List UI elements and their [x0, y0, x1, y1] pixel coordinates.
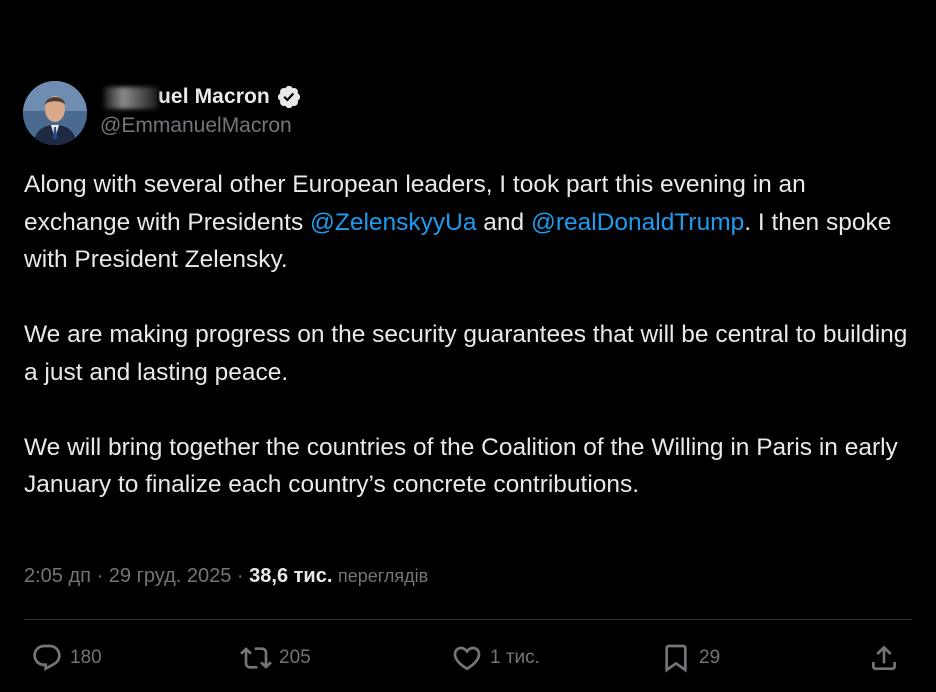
avatar[interactable] — [23, 81, 87, 145]
author-handle[interactable]: @EmmanuelMacron — [100, 114, 292, 138]
tweet-time[interactable]: 2:05 дп — [24, 565, 91, 587]
bookmark-button[interactable]: 29 — [660, 638, 720, 678]
retweet-icon — [240, 647, 272, 669]
share-icon — [872, 645, 896, 670]
redaction-blur — [104, 87, 158, 109]
tweet: uel Macron @EmmanuelMacron Along with se… — [0, 0, 936, 692]
share-button[interactable] — [868, 638, 900, 678]
divider — [24, 619, 912, 620]
tweet-paragraph-3: We will bring together the countries of … — [24, 433, 898, 499]
tweet-meta: 2:05 дп · 29 груд. 2025 · 38,6 тис. пере… — [24, 565, 428, 588]
heart-icon — [453, 646, 481, 671]
verified-badge-icon — [277, 85, 300, 109]
bookmark-count: 29 — [699, 647, 721, 668]
avatar-image — [23, 81, 87, 145]
tweet-paragraph-1: Along with several other European leader… — [24, 166, 916, 279]
text-segment: and — [476, 208, 531, 236]
author-name-text: uel Macron — [158, 85, 270, 108]
reply-icon — [33, 644, 61, 671]
separator: · — [231, 565, 250, 587]
tweet-paragraph-2: We are making progress on the security g… — [24, 321, 908, 386]
reply-button[interactable]: 180 — [31, 638, 102, 678]
views-label: переглядів — [337, 566, 429, 586]
author-display-name[interactable]: uel Macron — [100, 85, 270, 109]
action-bar: 180 205 1 тис. 29 — [0, 638, 936, 678]
tweet-text: Along with several other European leader… — [24, 166, 916, 504]
separator: · — [90, 565, 109, 587]
tweet-date[interactable]: 29 груд. 2025 — [109, 565, 232, 587]
like-button[interactable]: 1 тис. — [451, 638, 540, 678]
views-count: 38,6 тис. — [249, 565, 333, 587]
retweet-button[interactable]: 205 — [240, 638, 311, 678]
author-name-row: uel Macron — [100, 84, 302, 110]
mention-link-trump[interactable]: @realDonaldTrump — [531, 209, 744, 236]
like-count: 1 тис. — [490, 647, 540, 668]
reply-count: 180 — [70, 647, 102, 668]
bookmark-icon — [665, 644, 687, 673]
mention-link-zelenskyy[interactable]: @ZelenskyyUa — [310, 209, 476, 236]
retweet-count: 205 — [279, 647, 311, 668]
